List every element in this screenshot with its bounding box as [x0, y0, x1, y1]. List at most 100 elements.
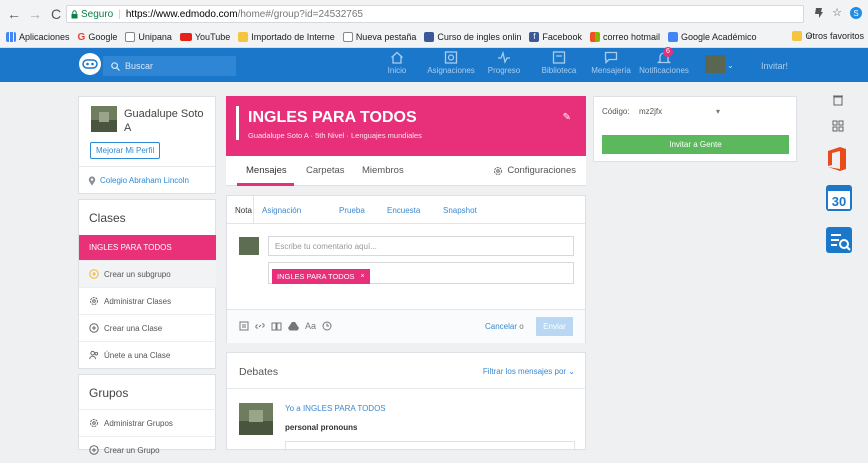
link-icon[interactable] [255, 321, 265, 331]
bookmark-apps[interactable]: Aplicaciones [6, 32, 70, 42]
trash-icon[interactable] [832, 94, 844, 106]
profile-name[interactable]: Guadalupe Soto A [124, 107, 210, 135]
library-book-icon[interactable] [271, 321, 282, 331]
or-label: o [519, 322, 524, 331]
youtube-icon [179, 33, 192, 41]
create-subgroup-item[interactable]: Crear un subgrupo [79, 260, 216, 287]
user-avatar[interactable] [705, 55, 725, 73]
feed-divider [227, 388, 585, 389]
tab-messages[interactable]: Mensajes [246, 165, 287, 176]
group-banner: INGLES PARA TODOS Guadalupe Soto A · 5th… [226, 96, 586, 156]
edmodo-logo[interactable] [79, 53, 101, 75]
reload-icon[interactable]: C [48, 6, 64, 22]
improve-profile-button[interactable]: Mejorar Mi Perfil [90, 142, 161, 159]
banner-accent [236, 106, 239, 140]
tab-quiz[interactable]: Prueba [339, 206, 365, 215]
tab-snapshot[interactable]: Snapshot [443, 206, 477, 215]
tab-note[interactable]: Nota [235, 206, 252, 215]
skype-icon[interactable]: S [850, 6, 862, 19]
manage-classes-item[interactable]: Administrar Clases [79, 287, 216, 314]
post-author[interactable]: Yo a INGLES PARA TODOS [285, 404, 386, 413]
forward-icon[interactable]: → [27, 6, 43, 22]
bookmark-label: Curso de ingles onlin [437, 32, 522, 42]
google-icon: G [77, 31, 86, 43]
clock-icon[interactable] [322, 321, 332, 331]
nav-label: Asignaciones [427, 66, 475, 75]
chevron-down-icon[interactable]: ⌄ [727, 61, 734, 70]
bookmark-unipana[interactable]: Unipana [125, 32, 172, 42]
tab-members[interactable]: Miembros [362, 165, 404, 176]
nav-progress[interactable]: Progreso [474, 51, 534, 75]
invite-link[interactable]: Invitar! [761, 61, 788, 71]
filter-dropdown[interactable]: Filtrar los mensajes por ⌄ [483, 367, 575, 376]
url-text[interactable]: https://www.edmodo.com/home#/group?id=24… [126, 9, 363, 20]
bookmark-facebook[interactable]: f Facebook [529, 32, 582, 42]
secure-indicator[interactable]: Seguro [71, 9, 113, 20]
recipient-field[interactable]: INGLES PARA TODOS × [268, 262, 574, 284]
bookmark-google[interactable]: G Google [78, 32, 118, 43]
composer-tools: Aa [239, 321, 332, 331]
cancel-button[interactable]: Cancelar [485, 322, 517, 331]
nav-library[interactable]: Biblioteca [529, 51, 589, 75]
remove-recipient-icon[interactable]: × [361, 273, 365, 280]
text-format-icon[interactable]: Aa [305, 321, 316, 331]
nav-label: Biblioteca [541, 66, 577, 75]
group-title: INGLES PARA TODOS [248, 109, 417, 126]
other-bookmarks-label: Otros favoritos [805, 31, 864, 41]
send-button[interactable]: Enviar [536, 317, 573, 336]
chevron-down-icon[interactable]: ▾ [716, 107, 720, 116]
bookmark-english-course[interactable]: Curso de ingles onlin [424, 32, 521, 42]
address-bar[interactable]: Seguro | https://www.edmodo.com/home#/gr… [66, 5, 804, 23]
recipient-tag[interactable]: INGLES PARA TODOS × [272, 269, 370, 284]
group-code-card: Código: mz2jfx ▾ Invitar a Gente [593, 96, 797, 162]
url-separator: | [118, 8, 121, 20]
create-group-item[interactable]: Crear un Grupo [79, 436, 216, 463]
school-link[interactable]: Colegio Abraham Lincoln [79, 166, 215, 194]
nav-assignments[interactable]: Asignaciones [421, 51, 481, 75]
other-bookmarks[interactable]: Otros favoritos [792, 31, 864, 41]
group-code[interactable]: mz2jfx [639, 107, 662, 116]
extension-icon[interactable] [814, 7, 824, 18]
post-avatar[interactable] [239, 403, 273, 435]
bookmarks-bar: Aplicaciones G Google Unipana YouTube Imp… [0, 27, 868, 48]
bookmark-youtube[interactable]: YouTube [179, 32, 230, 42]
nav-messaging[interactable]: Mensajería [581, 51, 641, 75]
star-icon[interactable]: ☆ [832, 6, 842, 19]
left-item-label: Únete a una Clase [104, 350, 171, 360]
office-icon[interactable] [825, 146, 849, 172]
tab-assignment[interactable]: Asignación [262, 206, 301, 215]
tab-settings[interactable]: Configuraciones [493, 165, 576, 176]
grid-icon[interactable] [832, 120, 844, 132]
create-class-item[interactable]: Crear una Clase [79, 314, 216, 341]
search-bar[interactable]: Buscar [103, 56, 236, 76]
manage-groups-item[interactable]: Administrar Grupos [79, 409, 216, 436]
chevron-down-icon: ⌄ [568, 367, 575, 376]
tab-folders[interactable]: Carpetas [306, 165, 345, 176]
pencil-icon[interactable]: ✎ [563, 112, 571, 123]
nav-notifications[interactable]: 6 Notificaciones [634, 47, 694, 75]
assignments-icon [444, 51, 458, 64]
invite-people-button[interactable]: Invitar a Gente [602, 135, 789, 154]
bookmark-new-tab[interactable]: Nueva pestaña [342, 32, 416, 42]
bookmark-hotmail[interactable]: correo hotmail [589, 32, 660, 42]
checklist-icon[interactable] [825, 226, 853, 254]
nav-home[interactable]: Inicio [367, 51, 427, 75]
search-input[interactable]: Buscar [125, 61, 153, 71]
back-icon[interactable]: ← [6, 6, 22, 22]
composer-avatar [239, 237, 259, 255]
class-item-active[interactable]: INGLES PARA TODOS [79, 235, 216, 260]
profile-avatar[interactable] [91, 106, 117, 132]
bookmark-label: Aplicaciones [19, 32, 70, 42]
comment-input[interactable]: Escribe tu comentario aquí... [268, 236, 574, 256]
add-circle-icon [89, 269, 99, 279]
calendar-icon[interactable]: 30 [825, 184, 853, 212]
group-subtitle: Guadalupe Soto A · 5th Nivel · Lenguajes… [248, 131, 422, 140]
tab-poll[interactable]: Encuesta [387, 206, 420, 215]
file-icon[interactable] [239, 321, 249, 331]
join-class-item[interactable]: Únete a una Clase [79, 341, 216, 368]
post-text: personal pronouns [285, 423, 358, 432]
google-drive-icon[interactable] [288, 321, 299, 331]
left-item-label: Administrar Grupos [104, 418, 173, 428]
bookmark-imported[interactable]: Importado de Interne [238, 32, 335, 42]
bookmark-scholar[interactable]: Google Académico [667, 32, 757, 42]
